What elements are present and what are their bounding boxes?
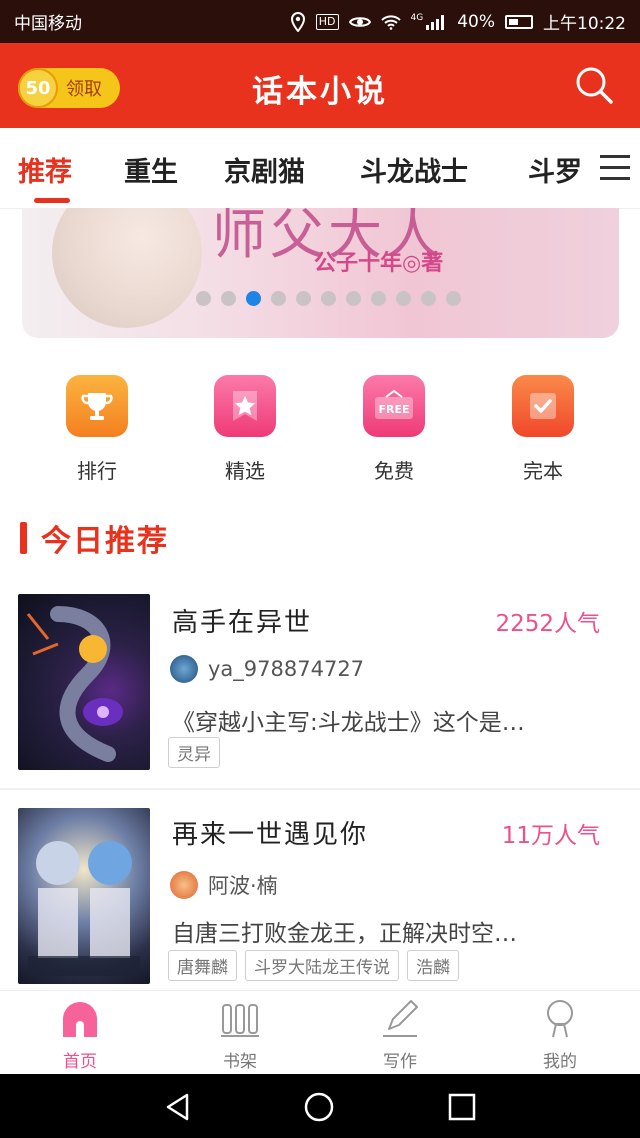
book-popularity: 11万人气: [501, 823, 600, 849]
home-icon: [63, 1002, 97, 1037]
search-icon[interactable]: [574, 65, 614, 105]
battery-icon: [505, 14, 533, 29]
tab-dragon-warrior[interactable]: 斗龙战士: [360, 150, 468, 189]
carousel-dot[interactable]: [396, 291, 411, 306]
carousel-dot[interactable]: [371, 291, 386, 306]
banner-illustration: [52, 208, 202, 328]
carousel-dot[interactable]: [446, 291, 461, 306]
trophy-icon: [66, 375, 128, 437]
book-title: 再来一世遇见你: [172, 820, 369, 850]
free-icon: FREE: [363, 375, 425, 437]
book-cover: [18, 594, 150, 770]
tag[interactable]: 唐舞麟: [168, 950, 237, 981]
nav-bookshelf[interactable]: 书架: [190, 997, 290, 1072]
carrier-label: 中国移动: [14, 14, 82, 34]
tab-douluo[interactable]: 斗罗: [528, 150, 582, 189]
location-icon: [290, 11, 305, 32]
home-button-icon[interactable]: [303, 1091, 335, 1123]
carousel-dot[interactable]: [346, 291, 361, 306]
book-author: ya_978874727: [170, 655, 364, 683]
tag[interactable]: 浩麟: [407, 950, 459, 981]
star-icon: [214, 375, 276, 437]
system-navigation-bar: [0, 1074, 640, 1138]
category-featured[interactable]: 精选: [200, 375, 290, 484]
avatar: [170, 871, 198, 899]
carousel-dot[interactable]: [321, 291, 336, 306]
back-icon[interactable]: [163, 1092, 193, 1122]
eye-icon: [348, 16, 371, 27]
book-author: 阿波·楠: [170, 870, 278, 900]
category-tabs: 推荐 重生 京剧猫 斗龙战士 斗罗: [0, 128, 640, 209]
book-cover: [18, 808, 150, 984]
book-tags: 唐舞麟 斗罗大陆龙王传说 浩麟: [168, 950, 459, 981]
network-label: 4G: [410, 12, 424, 23]
avatar: [170, 655, 198, 683]
nav-label: 首页: [63, 1052, 97, 1072]
nav-profile[interactable]: 我的: [510, 997, 610, 1072]
bottom-navigation: 首页 书架 写作 我的: [0, 990, 640, 1075]
check-icon: [512, 375, 574, 437]
book-item[interactable]: 再来一世遇见你 11万人气 阿波·楠 自唐三打败金龙王，正解决时空… 唐舞麟 斗…: [0, 808, 640, 988]
status-bar: 中国移动 HD 4G 40% 上午10:22: [0, 0, 640, 43]
book-description: 《穿越小主写:斗龙战士》这个是…: [172, 710, 525, 736]
nav-label: 写作: [383, 1052, 417, 1072]
carousel-dot[interactable]: [271, 291, 286, 306]
divider: [0, 788, 640, 790]
banner-author: 公子十年◎著: [314, 251, 444, 276]
book-tags: 灵异: [168, 737, 220, 768]
category-label: 免费: [374, 459, 414, 483]
tag[interactable]: 灵异: [168, 737, 220, 768]
tag[interactable]: 斗罗大陆龙王传说: [245, 950, 399, 981]
book-description: 自唐三打败金龙王，正解决时空…: [172, 921, 517, 947]
section-header: 今日推荐: [20, 516, 169, 560]
hd-icon: HD: [315, 13, 339, 30]
section-title: 今日推荐: [41, 524, 169, 559]
book-popularity: 2252人气: [495, 611, 600, 637]
section-accent-bar: [20, 522, 27, 554]
carousel-dot[interactable]: [296, 291, 311, 306]
signal-icon: [426, 14, 445, 30]
battery-percent: 40%: [457, 11, 495, 32]
nav-home[interactable]: 首页: [30, 997, 130, 1072]
category-free[interactable]: FREE 免费: [349, 375, 439, 484]
pen-icon: [383, 1000, 418, 1037]
category-ranking[interactable]: 排行: [52, 375, 142, 484]
author-name: 阿波·楠: [208, 874, 278, 898]
app-header: 50 领取 话本小说: [0, 43, 640, 128]
carousel-dots: [196, 291, 461, 306]
clock: 上午10:22: [543, 14, 626, 34]
bookshelf-icon: [221, 1004, 259, 1037]
tab-recommend[interactable]: 推荐: [18, 150, 72, 189]
active-tab-indicator: [34, 198, 70, 203]
category-label: 排行: [77, 459, 117, 483]
carousel-dot[interactable]: [246, 291, 261, 306]
app-title: 话本小说: [252, 74, 388, 110]
category-label: 完本: [523, 459, 563, 483]
category-label: 精选: [225, 459, 265, 483]
carousel-dot[interactable]: [421, 291, 436, 306]
book-item[interactable]: 高手在异世 2252人气 ya_978874727 《穿越小主写:斗龙战士》这个…: [0, 594, 640, 774]
tab-rebirth[interactable]: 重生: [124, 150, 178, 189]
profile-icon: [547, 1000, 573, 1038]
wifi-icon: [380, 14, 401, 30]
category-completed[interactable]: 完本: [498, 375, 588, 484]
recents-icon[interactable]: [447, 1092, 477, 1122]
nav-label: 我的: [543, 1052, 577, 1072]
tab-peking-opera-cat[interactable]: 京剧猫: [224, 150, 305, 189]
nav-label: 书架: [223, 1052, 257, 1072]
banner-carousel[interactable]: 师父大人 公子十年◎著: [22, 208, 619, 338]
menu-icon[interactable]: [600, 155, 630, 181]
author-name: ya_978874727: [208, 657, 365, 681]
carousel-dot[interactable]: [221, 291, 236, 306]
book-title: 高手在异世: [172, 608, 313, 638]
carousel-dot[interactable]: [196, 291, 211, 306]
nav-write[interactable]: 写作: [350, 997, 450, 1072]
svg-text:FREE: FREE: [378, 403, 409, 416]
